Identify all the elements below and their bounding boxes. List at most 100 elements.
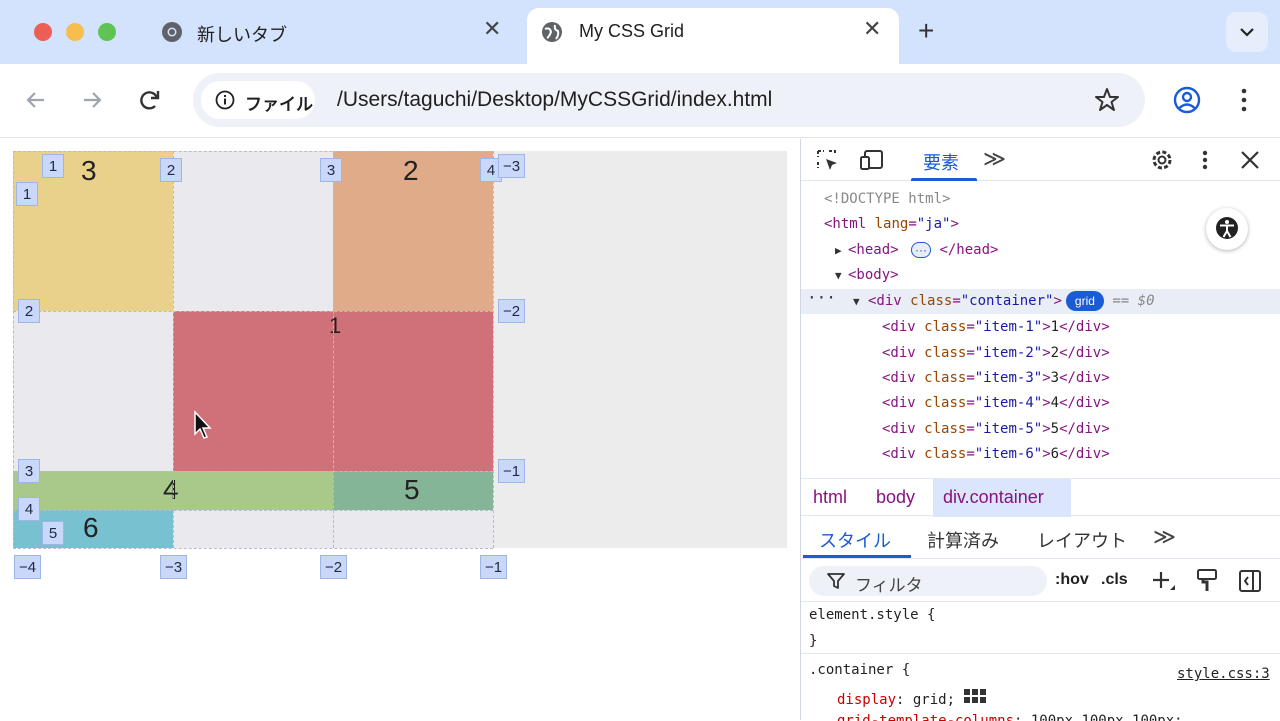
grid-line-number: −2 — [320, 555, 348, 579]
reload-icon[interactable] — [136, 86, 164, 114]
close-tab-icon[interactable]: ✕ — [863, 18, 881, 40]
tab-layout[interactable]: レイアウト — [1037, 527, 1127, 553]
devtools-toolbar: 要素 ≫ — [801, 139, 1280, 181]
styles-pane: element.style { } .container { style.css… — [801, 603, 1280, 721]
grid-item-3[interactable]: 3 — [13, 151, 173, 311]
element-style-rule[interactable]: element.style { — [809, 607, 935, 623]
ellipsis-badge[interactable]: ··· — [911, 242, 932, 258]
toggle-sidebar-icon[interactable] — [1237, 568, 1263, 594]
minimize-window-button[interactable] — [66, 23, 84, 41]
more-tabs-icon[interactable]: ≫ — [1153, 524, 1176, 550]
breadcrumb: html body div.container — [801, 478, 1280, 517]
tab-strip: 新しいタブ ✕ My CSS Grid ✕ + — [0, 0, 1280, 64]
more-tabs-icon[interactable]: ≫ — [983, 146, 1006, 172]
dom-node-selected[interactable]: ··· ▼ <div class="container"> grid == $0 — [801, 288, 1280, 314]
grid-line — [173, 151, 174, 548]
grid-line — [493, 151, 494, 548]
grid-line-number: −1 — [480, 555, 508, 579]
tab-title: My CSS Grid — [579, 21, 685, 41]
tab-new-tab[interactable]: 新しいタブ ✕ — [145, 8, 513, 56]
grid-line-number: 5 — [42, 521, 64, 545]
hov-button[interactable]: :hov — [1055, 571, 1089, 589]
grid-editor-icon[interactable] — [963, 688, 987, 708]
divider — [801, 653, 1280, 654]
menu-dots-icon[interactable] — [1197, 148, 1213, 172]
grid-badge[interactable]: grid — [1065, 291, 1104, 311]
tab-styles[interactable]: スタイル — [819, 527, 891, 553]
dom-node[interactable]: <div class="item-1">1</div> — [801, 315, 1280, 340]
dom-node[interactable]: ▶ <head> ··· </head> — [801, 238, 1280, 263]
grid-line — [333, 151, 334, 548]
grid-empty-area — [13, 311, 173, 471]
close-window-button[interactable] — [34, 23, 52, 41]
active-tab-indicator — [803, 555, 911, 558]
new-tab-button[interactable]: + — [918, 16, 934, 46]
grid-line-number: 4 — [18, 497, 40, 521]
grid-line-number: −1 — [498, 459, 526, 483]
dom-node[interactable]: <div class="item-3">3</div> — [801, 366, 1280, 391]
dom-node[interactable]: <div class="item-6">6</div> — [801, 442, 1280, 467]
gear-icon[interactable] — [1149, 148, 1175, 172]
grid-item-2[interactable]: 2 — [333, 151, 493, 311]
page-viewport: 3 2 1 4 5 6 1 2 3 4 −3 1 2 3 4 5 −2 −1 −… — [0, 139, 800, 720]
back-arrow-icon[interactable] — [22, 86, 50, 114]
accessibility-icon — [1216, 217, 1238, 239]
menu-dots-icon[interactable] — [1236, 86, 1252, 114]
accessibility-button[interactable] — [1206, 208, 1248, 250]
expand-triangle-icon[interactable]: ▶ — [835, 238, 842, 263]
grid-line-number: −4 — [14, 555, 42, 579]
browser-toolbar: ファイル /Users/taguchi/Desktop/MyCSSGrid/in… — [0, 64, 1280, 138]
grid-item-5[interactable]: 5 — [333, 471, 493, 510]
chip-label: ファイル — [245, 95, 313, 114]
rule-close-brace: } — [809, 633, 818, 649]
dom-node[interactable]: <!DOCTYPE html> — [801, 187, 1280, 212]
tab-computed[interactable]: 計算済み — [927, 527, 999, 553]
tab-title: 新しいタブ — [197, 25, 287, 45]
more-options-icon[interactable]: ··· — [807, 285, 836, 310]
grid-line — [13, 151, 14, 548]
grid-line — [13, 311, 493, 312]
tab-elements[interactable]: 要素 — [911, 139, 977, 181]
breadcrumb-item-active[interactable]: div.container — [943, 487, 1044, 508]
star-bookmark-icon[interactable] — [1094, 87, 1120, 113]
dom-node[interactable]: <div class="item-2">2</div> — [801, 341, 1280, 366]
breadcrumb-item[interactable]: body — [876, 487, 915, 508]
cls-button[interactable]: .cls — [1101, 571, 1128, 589]
url-text[interactable]: /Users/taguchi/Desktop/MyCSSGrid/index.h… — [337, 88, 772, 112]
filter-input[interactable]: フィルタ — [809, 566, 1047, 596]
site-info-chip[interactable]: ファイル — [201, 81, 315, 119]
grid-line — [13, 151, 493, 152]
tab-my-css-grid[interactable]: My CSS Grid ✕ — [527, 8, 899, 64]
forward-arrow-icon[interactable] — [78, 86, 106, 114]
container-rule-selector[interactable]: .container { — [809, 662, 910, 678]
dom-node[interactable]: ▼ <body> — [801, 263, 1280, 288]
grid-line-number: 3 — [320, 158, 342, 182]
device-toolbar-icon[interactable] — [859, 148, 885, 172]
paint-brush-icon[interactable] — [1195, 568, 1219, 594]
css-declaration[interactable]: display: grid; — [837, 688, 987, 708]
chrome-icon — [162, 22, 182, 42]
grid-line-number: 2 — [160, 158, 182, 182]
dom-node[interactable]: <div class="item-5">5</div> — [801, 417, 1280, 442]
styles-subtabs: スタイル 計算済み レイアウト ≫ — [801, 517, 1280, 559]
grid-line-number: 1 — [16, 182, 38, 206]
chevron-down-icon — [1240, 28, 1254, 37]
inspect-element-icon[interactable] — [815, 148, 841, 172]
maximize-window-button[interactable] — [98, 23, 116, 41]
close-tab-icon[interactable]: ✕ — [483, 18, 501, 40]
collapse-triangle-icon[interactable]: ▼ — [835, 263, 842, 288]
breadcrumb-item[interactable]: html — [813, 487, 847, 508]
close-icon[interactable] — [1237, 148, 1263, 172]
grid-line — [13, 471, 493, 472]
collapse-triangle-icon[interactable]: ▼ — [853, 289, 860, 314]
mouse-cursor-icon — [194, 410, 212, 439]
address-bar[interactable]: ファイル /Users/taguchi/Desktop/MyCSSGrid/in… — [193, 73, 1145, 127]
tab-search-button[interactable] — [1226, 12, 1268, 52]
add-rule-icon[interactable] — [1151, 569, 1177, 595]
dom-node[interactable]: <div class="item-4">4</div> — [801, 391, 1280, 416]
source-link[interactable]: style.css:3 — [1177, 666, 1270, 682]
grid-line-number: 1 — [42, 154, 64, 178]
grid-empty-area — [173, 151, 333, 311]
grid-line-number: −2 — [498, 299, 526, 323]
profile-icon[interactable] — [1173, 86, 1201, 114]
